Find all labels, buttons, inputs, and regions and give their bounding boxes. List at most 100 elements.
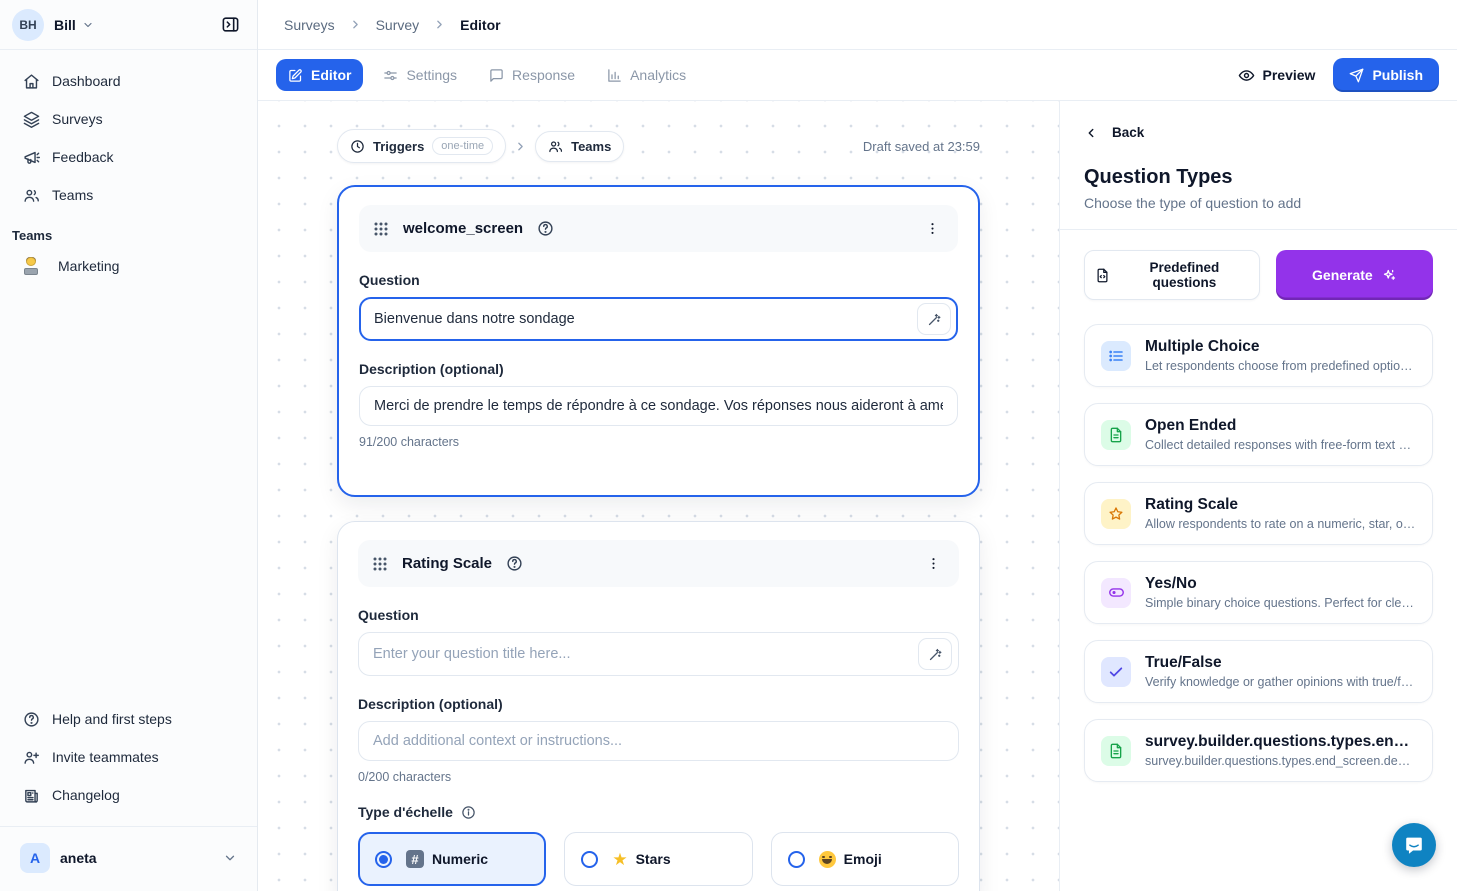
type-title: Yes/No [1145,575,1416,593]
sidebar-item-teams[interactable]: Teams [12,178,245,212]
type-description: Allow respondents to rate on a numeric, … [1145,517,1416,531]
radio-icon [788,851,805,868]
question-card-header: Rating Scale [358,540,959,587]
question-card-welcome-screen[interactable]: welcome_screen Question [337,185,980,497]
chevron-right-icon [514,140,527,153]
user-name[interactable]: Bill [54,17,76,33]
description-field-label: Description (optional) [359,361,958,377]
file-text-icon [1101,736,1131,766]
sidebar-item-label: Feedback [52,149,113,165]
user-avatar[interactable]: BH [12,9,44,41]
app-root: BH Bill Dashboard Surveys [0,0,1457,891]
chat-launcher-button[interactable] [1392,823,1436,867]
radio-selected-icon [375,851,392,868]
sidebar-item-label: Help and first steps [52,711,172,727]
message-square-icon [489,68,504,83]
sidebar-item-help[interactable]: Help and first steps [12,702,245,736]
tab-analytics[interactable]: Analytics [595,59,698,91]
workspace-name: aneta [60,850,97,866]
question-input-wrap [358,632,959,676]
help-circle-icon[interactable] [537,220,554,237]
type-card-yes-no[interactable]: Yes/No Simple binary choice questions. P… [1084,561,1433,624]
description-input[interactable] [358,721,959,761]
type-card-end-screen[interactable]: survey.builder.questions.types.end_scr..… [1084,719,1433,782]
question-input[interactable] [373,646,918,662]
type-card-true-false[interactable]: True/False Verify knowledge or gather op… [1084,640,1433,703]
toggle-icon [1101,578,1131,608]
sidebar-item-dashboard[interactable]: Dashboard [12,64,245,98]
breadcrumb-surveys[interactable]: Surveys [284,17,335,33]
preview-button[interactable]: Preview [1238,67,1316,84]
magic-wand-button[interactable] [917,303,951,335]
predefined-questions-button[interactable]: Predefined questions [1084,250,1260,300]
sidebar-item-invite[interactable]: Invite teammates [12,740,245,774]
home-icon [22,72,40,90]
radio-icon [581,851,598,868]
sidebar-teams-list: Marketing [0,249,257,283]
type-description: Collect detailed responses with free-for… [1145,438,1416,452]
sidebar-item-surveys[interactable]: Surveys [12,102,245,136]
sidebar-item-marketing[interactable]: Marketing [12,249,245,283]
star-icon [1101,499,1131,529]
smiley-emoji-icon [819,851,836,868]
sidebar-footer-nav: Help and first steps Invite teammates Ch… [0,702,257,818]
sidebar-header: BH Bill [0,0,257,50]
question-card-rating-scale[interactable]: Rating Scale Question [337,521,980,891]
question-input-wrap [359,297,958,341]
tab-label: Editor [311,67,351,83]
type-description: Verify knowledge or gather opinions with… [1145,675,1416,689]
workspace-switcher[interactable]: A aneta [12,837,245,879]
type-card-open-ended[interactable]: Open Ended Collect detailed responses wi… [1084,403,1433,466]
scale-option-numeric[interactable]: # Numeric [358,832,546,886]
breadcrumb: Surveys Survey Editor [258,0,1457,50]
sidebar-item-label: Teams [52,187,93,203]
kebab-menu-icon[interactable] [921,217,944,240]
question-input[interactable] [374,311,917,327]
magic-wand-button[interactable] [918,638,952,670]
type-card-multiple-choice[interactable]: Multiple Choice Let respondents choose f… [1084,324,1433,387]
question-types-panel: Back Question Types Choose the type of q… [1059,101,1457,891]
workspace-switcher-wrap: A aneta [0,826,257,891]
triggers-pill[interactable]: Triggers one-time [337,129,506,163]
question-field-label: Question [359,272,958,288]
tab-response[interactable]: Response [477,59,587,91]
info-icon[interactable] [461,805,476,820]
pencil-square-icon [288,68,303,83]
publish-button[interactable]: Publish [1333,58,1439,92]
tab-editor[interactable]: Editor [276,59,363,91]
sliders-icon [383,68,398,83]
breadcrumb-editor: Editor [460,17,500,33]
back-button[interactable]: Back [1084,125,1433,140]
sidebar-item-changelog[interactable]: Changelog [12,778,245,812]
hash-keycap-icon: # [406,850,424,868]
type-title: Open Ended [1145,417,1416,435]
generate-button[interactable]: Generate [1276,250,1433,300]
bar-chart-icon [607,68,622,83]
question-card-title: welcome_screen [403,220,523,237]
teams-pill[interactable]: Teams [535,131,624,162]
list-icon [1101,341,1131,371]
chevron-right-icon [433,18,446,31]
preview-label: Preview [1263,67,1316,83]
tab-settings[interactable]: Settings [371,59,469,91]
eye-icon [1238,67,1255,84]
type-card-rating-scale[interactable]: Rating Scale Allow respondents to rate o… [1084,482,1433,545]
help-circle-icon[interactable] [506,555,523,572]
scale-option-label: Stars [636,851,671,867]
chevron-down-icon [82,19,94,31]
breadcrumb-survey[interactable]: Survey [376,17,420,33]
teams-label: Teams [571,139,611,154]
generate-label: Generate [1312,267,1373,283]
sidebar-item-feedback[interactable]: Feedback [12,140,245,174]
scale-option-stars[interactable]: ★ Stars [564,832,752,886]
panel-actions: Predefined questions Generate [1060,230,1457,300]
scale-option-emoji[interactable]: Emoji [771,832,959,886]
user-plus-icon [22,748,40,766]
chevron-right-icon [349,18,362,31]
drag-handle-icon[interactable] [373,221,389,237]
description-input[interactable] [359,386,958,426]
drag-handle-icon[interactable] [372,556,388,572]
help-circle-icon [22,710,40,728]
sidebar-collapse-button[interactable] [215,10,245,40]
kebab-menu-icon[interactable] [922,552,945,575]
